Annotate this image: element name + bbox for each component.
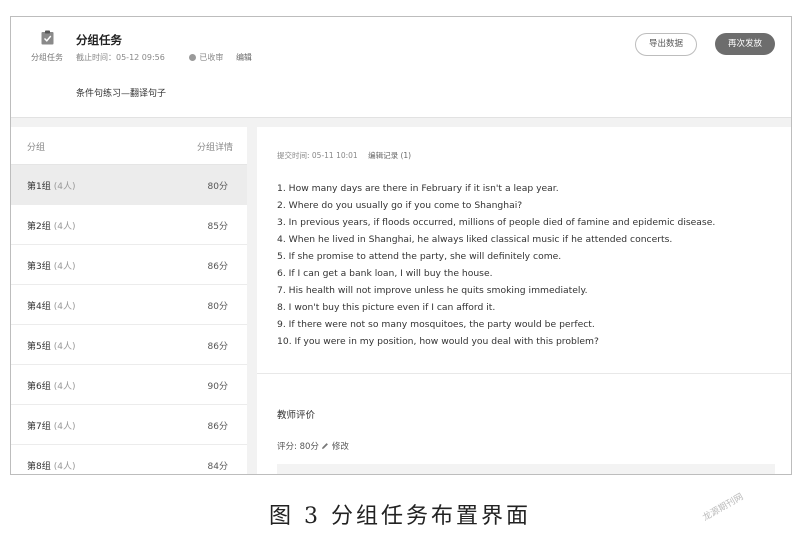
group-member-count: (4人) bbox=[53, 382, 76, 392]
group-name: 第4组 (4人) bbox=[27, 302, 76, 312]
group-name: 第8组 (4人) bbox=[27, 462, 76, 472]
group-row[interactable]: 第1组 (4人) 80分 bbox=[11, 165, 247, 205]
list-item: 8. I won't buy this picture even if I ca… bbox=[277, 302, 496, 313]
figure-caption: 图 3 分组任务布置界面 bbox=[269, 504, 531, 529]
submission-meta: 提交时间: 05-11 10:01 编辑记录 (1) bbox=[277, 150, 411, 161]
list-item: 10. If you were in my position, how woul… bbox=[277, 336, 599, 347]
submission-panel: 提交时间: 05-11 10:01 编辑记录 (1) 1. How many d… bbox=[257, 127, 791, 474]
task-meta: 截止时间：05-12 09:56 已收审 编辑 bbox=[76, 52, 252, 63]
list-item: 2. Where do you usually go if you come t… bbox=[277, 200, 523, 211]
score-line: 评分: 80分 修改 bbox=[277, 440, 349, 452]
list-item: 4. When he lived in Shanghai, he always … bbox=[277, 234, 673, 245]
group-score: 86分 bbox=[207, 262, 228, 272]
app-window: 分组任务 分组任务 截止时间：05-12 09:56 已收审 编辑 条件句练习—… bbox=[10, 16, 792, 475]
edit-link[interactable]: 编辑 bbox=[236, 53, 252, 62]
group-score: 84分 bbox=[207, 462, 228, 472]
score-value: 80分 bbox=[299, 442, 319, 452]
group-list-header: 分组 分组详情 bbox=[11, 127, 247, 165]
group-row[interactable]: 第5组 (4人) 86分 bbox=[11, 325, 247, 365]
teacher-evaluation-title: 教师评价 bbox=[277, 410, 316, 421]
group-name: 第1组 (4人) bbox=[27, 182, 76, 192]
clipboard-icon bbox=[41, 30, 54, 45]
group-name: 第3组 (4人) bbox=[27, 262, 76, 272]
group-member-count: (4人) bbox=[53, 462, 76, 472]
edit-history-link[interactable]: 编辑记录 (1) bbox=[368, 151, 411, 160]
column-header-detail: 分组详情 bbox=[196, 143, 233, 153]
status-badge: 已收审 bbox=[189, 53, 223, 62]
group-score: 85分 bbox=[207, 222, 228, 232]
task-header: 分组任务 分组任务 截止时间：05-12 09:56 已收审 编辑 条件句练习—… bbox=[11, 17, 791, 118]
group-member-count: (4人) bbox=[53, 222, 76, 232]
group-row[interactable]: 第2组 (4人) 85分 bbox=[11, 205, 247, 245]
group-row[interactable]: 第3组 (4人) 86分 bbox=[11, 245, 247, 285]
group-row[interactable]: 第6组 (4人) 90分 bbox=[11, 365, 247, 405]
group-score: 90分 bbox=[207, 382, 228, 392]
deadline-text: 截止时间：05-12 09:56 bbox=[76, 53, 165, 62]
submit-time: 提交时间: 05-11 10:01 bbox=[277, 151, 358, 160]
modify-link[interactable]: 修改 bbox=[332, 442, 349, 452]
task-description: 条件句练习—翻译句子 bbox=[76, 89, 167, 99]
group-member-count: (4人) bbox=[53, 342, 76, 352]
group-name: 第5组 (4人) bbox=[27, 342, 76, 352]
export-data-button[interactable]: 导出数据 bbox=[635, 33, 697, 56]
group-score: 86分 bbox=[207, 422, 228, 432]
group-list-panel: 分组 分组详情 第1组 (4人) 80分 第2组 (4人) 85分 第3组 (4人) … bbox=[11, 127, 247, 474]
clock-icon bbox=[189, 54, 197, 61]
group-member-count: (4人) bbox=[53, 262, 76, 272]
task-type-label: 分组任务 bbox=[31, 53, 63, 62]
group-score: 86分 bbox=[207, 342, 228, 352]
group-score: 80分 bbox=[207, 302, 228, 312]
group-member-count: (4人) bbox=[53, 302, 76, 312]
list-item: 3. In previous years, if floods occurred… bbox=[277, 217, 716, 228]
group-name: 第6组 (4人) bbox=[27, 382, 76, 392]
evaluation-comment-box[interactable] bbox=[277, 464, 775, 474]
resend-button[interactable]: 再次发放 bbox=[715, 33, 775, 55]
list-item: 7. His health will not improve unless he… bbox=[277, 285, 588, 296]
list-item: 6. If I can get a bank loan, I will buy … bbox=[277, 268, 493, 279]
score-label: 评分: bbox=[277, 442, 297, 452]
group-row[interactable]: 第8组 (4人) 84分 bbox=[11, 445, 247, 474]
page-title: 分组任务 bbox=[76, 33, 122, 47]
group-member-count: (4人) bbox=[53, 182, 76, 192]
answer-list: 1. How many days are there in February i… bbox=[277, 180, 715, 350]
group-name: 第7组 (4人) bbox=[27, 422, 76, 432]
column-header-group: 分组 bbox=[27, 143, 46, 153]
list-item: 5. If she promise to attend the party, s… bbox=[277, 251, 562, 262]
group-row[interactable]: 第7组 (4人) 86分 bbox=[11, 405, 247, 445]
list-item: 9. If there were not so many mosquitoes,… bbox=[277, 319, 595, 330]
group-name: 第2组 (4人) bbox=[27, 222, 76, 232]
group-score: 80分 bbox=[207, 182, 228, 192]
group-member-count: (4人) bbox=[53, 422, 76, 432]
group-row[interactable]: 第4组 (4人) 80分 bbox=[11, 285, 247, 325]
list-item: 1. How many days are there in February i… bbox=[277, 183, 559, 194]
status-text: 已收审 bbox=[199, 53, 224, 62]
pencil-icon[interactable] bbox=[321, 442, 329, 450]
divider bbox=[257, 373, 791, 374]
